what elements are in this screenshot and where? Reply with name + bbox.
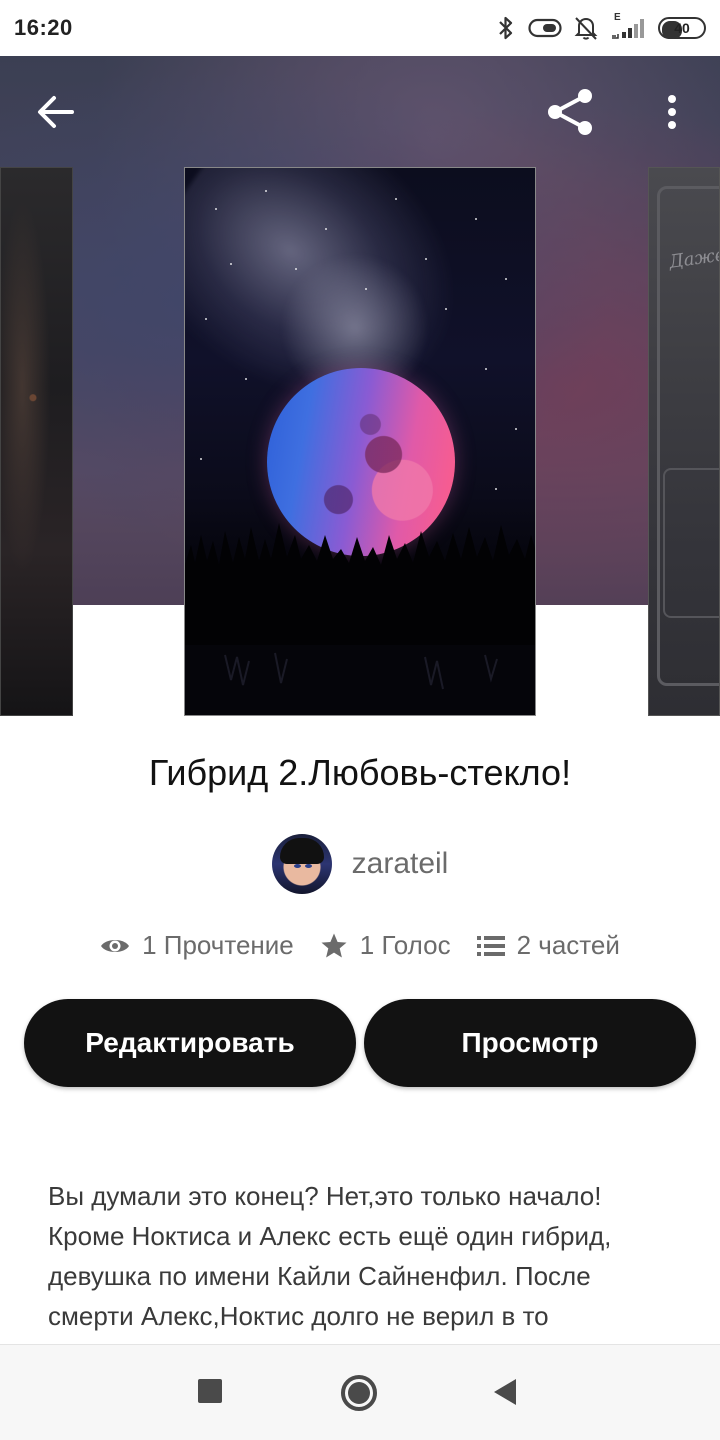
- reads-stat: 1 Прочтение: [100, 930, 294, 961]
- edit-button[interactable]: Редактировать: [24, 999, 356, 1087]
- eye-icon: [101, 939, 130, 952]
- next-book-cover[interactable]: Даже: [648, 167, 720, 716]
- book-cover[interactable]: [184, 167, 536, 716]
- share-icon: [548, 89, 592, 135]
- book-description: Вы думали это конец? Нет,это только нача…: [48, 1181, 612, 1331]
- cover-frame-inner: [663, 468, 719, 618]
- home-icon[interactable]: [341, 1375, 377, 1411]
- list-icon: [476, 935, 505, 956]
- parts-count: 2 частей: [516, 930, 620, 960]
- star-icon: [321, 933, 347, 957]
- parts-stat: 2 частей: [476, 930, 620, 961]
- status-bar: 16:20 E 40: [0, 0, 720, 56]
- votes-stat: 1 Голос: [320, 930, 451, 961]
- cover-forest: [185, 523, 535, 715]
- recents-icon[interactable]: [198, 1379, 222, 1403]
- view-button[interactable]: Просмотр: [364, 999, 696, 1087]
- share-button[interactable]: [542, 84, 598, 140]
- back-icon[interactable]: [494, 1379, 516, 1405]
- signal-icon: E: [610, 12, 646, 40]
- battery-icon: 40: [658, 17, 706, 39]
- status-time: 16:20: [14, 15, 73, 40]
- status-icons: E 40: [496, 12, 706, 44]
- bell-off-icon: [574, 15, 598, 41]
- network-type-label: E: [614, 12, 621, 23]
- author-avatar[interactable]: [271, 834, 332, 894]
- book-stats: 1 Прочтение 1 Голос 2 частей: [0, 930, 720, 961]
- votes-count: 1 Голос: [359, 930, 451, 960]
- system-nav-bar: [0, 1344, 720, 1440]
- author-row[interactable]: zarateil: [0, 834, 720, 894]
- reads-count: 1 Прочтение: [142, 930, 294, 960]
- action-buttons: Редактировать Просмотр: [24, 999, 696, 1087]
- book-title: Гибрид 2.Любовь-стекло!: [148, 752, 572, 793]
- battery-level: 40: [674, 20, 690, 36]
- back-button[interactable]: [28, 90, 84, 134]
- bluetooth-icon: [496, 15, 516, 41]
- hero-section: Даже: [0, 56, 720, 716]
- previous-book-cover[interactable]: [0, 167, 73, 716]
- back-arrow-icon: [38, 96, 74, 128]
- toggle-icon: [528, 17, 562, 39]
- author-name[interactable]: zarateil: [352, 847, 449, 881]
- more-options-button[interactable]: [654, 86, 690, 138]
- more-vertical-icon: [668, 95, 676, 129]
- avatar-hair: [279, 838, 324, 864]
